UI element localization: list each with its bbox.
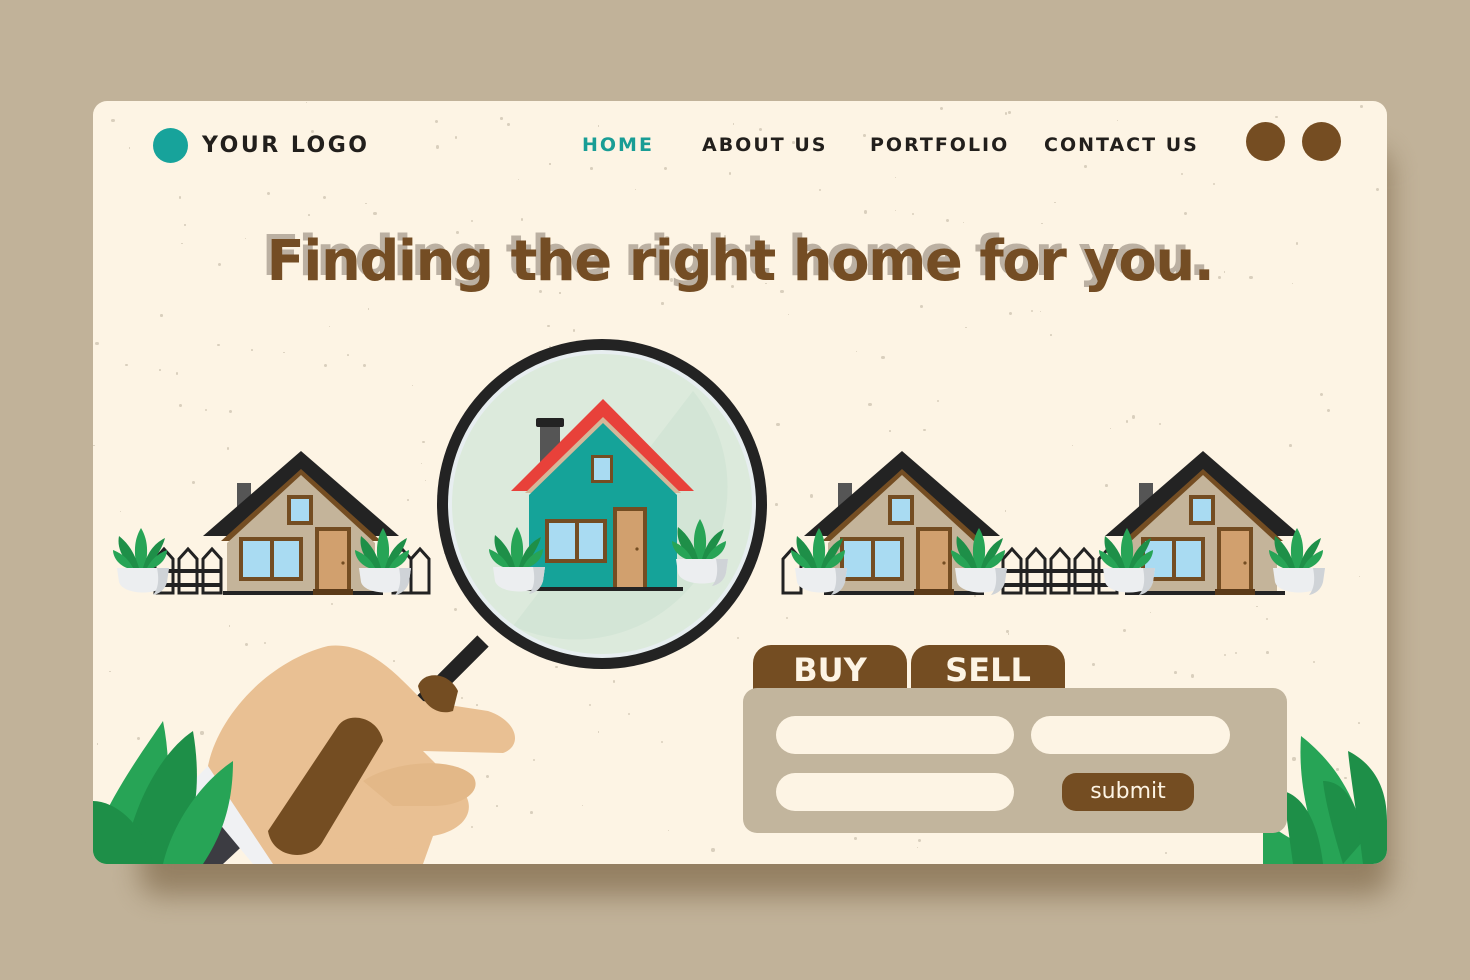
bush-left xyxy=(93,721,233,864)
plant-icon xyxy=(113,528,169,595)
search-field-3[interactable] xyxy=(776,773,1014,811)
nav-home[interactable]: HOME xyxy=(582,134,702,156)
logo-text: YOUR LOGO xyxy=(202,133,370,158)
landing-page: YOUR LOGO HOME ABOUT US PORTFOLIO CONTAC… xyxy=(93,101,1387,864)
search-form: submit xyxy=(743,688,1287,833)
nav-contact-us[interactable]: CONTACT US xyxy=(1044,134,1199,156)
header-circle-button-2[interactable] xyxy=(1302,122,1341,161)
plant-icon xyxy=(355,528,411,595)
hero-headline: Finding the right home for you. xyxy=(266,229,1215,294)
logo-icon xyxy=(153,128,188,163)
magnifying-glass-icon xyxy=(417,339,767,707)
search-field-2[interactable] xyxy=(1031,716,1230,754)
main-nav: HOME ABOUT US PORTFOLIO CONTACT US xyxy=(582,134,1199,156)
submit-button[interactable]: submit xyxy=(1062,773,1194,811)
nav-portfolio[interactable]: PORTFOLIO xyxy=(870,134,1044,156)
header-circle-button-1[interactable] xyxy=(1246,122,1285,161)
tab-sell[interactable]: SELL xyxy=(911,645,1065,693)
logo[interactable]: YOUR LOGO xyxy=(153,128,370,163)
buy-sell-tabs: BUY SELL xyxy=(753,645,1065,693)
plant-icon xyxy=(951,528,1007,595)
search-field-1[interactable] xyxy=(776,716,1014,754)
tab-buy[interactable]: BUY xyxy=(753,645,907,693)
nav-about-us[interactable]: ABOUT US xyxy=(702,134,870,156)
plant-icon xyxy=(1269,528,1325,595)
